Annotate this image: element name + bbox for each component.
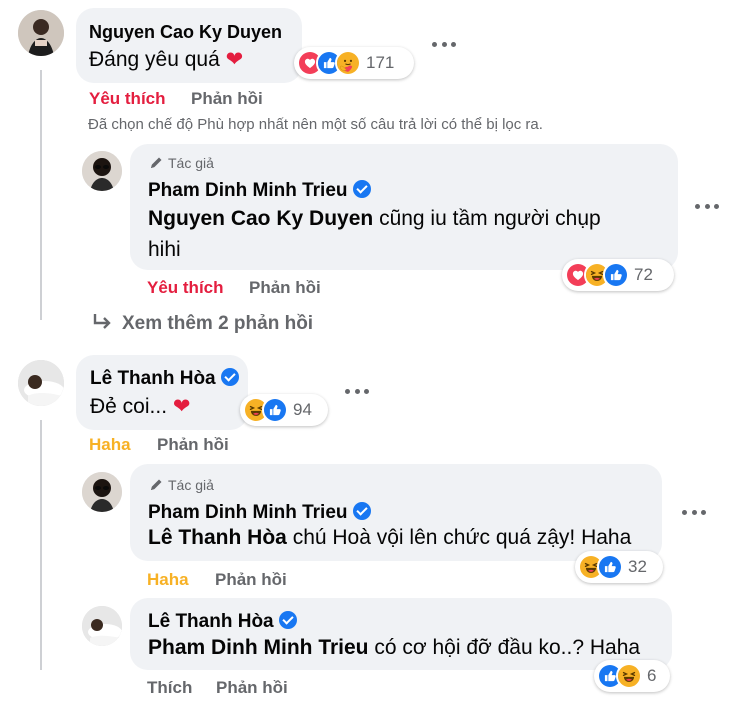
reply-button[interactable]: Phản hồi (191, 89, 263, 109)
comment-author[interactable]: Lê Thanh Hòa (90, 368, 239, 390)
comment-text: Nguyen Cao Ky Duyen cũng iu tầm người ch… (148, 207, 601, 261)
reaction-summary[interactable]: 6 (594, 660, 670, 692)
haha-icon (616, 663, 642, 689)
reaction-summary[interactable]: 32 (575, 551, 663, 583)
reaction-summary[interactable]: 94 (240, 394, 328, 426)
like-button[interactable]: Yêu thích (89, 89, 166, 109)
reply-button[interactable]: Phản hồi (216, 678, 288, 698)
avatar[interactable] (18, 360, 64, 406)
mention-link[interactable]: Lê Thanh Hòa (148, 526, 287, 549)
heart-emoji-icon: ❤ (172, 395, 191, 418)
avatar[interactable] (18, 10, 64, 56)
like-button[interactable]: Yêu thích (147, 278, 224, 298)
reply-button[interactable]: Phản hồi (249, 278, 321, 298)
more-options-icon[interactable] (682, 510, 706, 518)
pen-icon (148, 155, 164, 171)
heart-emoji-icon: ❤ (225, 48, 244, 71)
verified-badge-icon (352, 180, 371, 198)
verified-badge-icon (352, 502, 371, 520)
reaction-count: 72 (634, 265, 653, 284)
reaction-summary[interactable]: 171 (294, 47, 414, 79)
care-icon (335, 50, 361, 76)
thread-line (40, 420, 42, 670)
like-icon (262, 397, 288, 423)
haha-button[interactable]: Haha (89, 435, 131, 455)
reaction-count: 94 (293, 400, 312, 419)
mention-link[interactable]: Nguyen Cao Ky Duyen (148, 207, 373, 230)
verified-badge-icon (278, 611, 297, 629)
pen-icon (148, 477, 164, 493)
comment-author[interactable]: Pham Dinh Minh Trieu (148, 180, 371, 202)
like-icon (597, 554, 623, 580)
author-badge: Tác giả (148, 477, 214, 493)
avatar[interactable] (82, 151, 122, 191)
reply-button[interactable]: Phản hồi (215, 570, 287, 590)
author-badge: Tác giả (148, 155, 214, 171)
mention-link[interactable]: Pham Dinh Minh Trieu (148, 636, 369, 659)
more-options-icon[interactable] (345, 389, 369, 397)
reaction-count: 6 (647, 666, 657, 685)
reaction-count: 32 (628, 557, 647, 576)
avatar[interactable] (82, 606, 122, 646)
comment-text: Lê Thanh Hòa chú Hoà vội lên chức quá zậ… (148, 526, 632, 549)
haha-button[interactable]: Haha (147, 570, 189, 590)
comment-text: Pham Dinh Minh Trieu có cơ hội đỡ đầu ko… (148, 636, 641, 659)
reply-arrow-icon (93, 314, 111, 329)
see-more-replies-link[interactable]: Xem thêm 2 phản hồi (92, 313, 313, 335)
thread-line (40, 70, 42, 320)
reaction-count: 171 (366, 53, 395, 72)
avatar[interactable] (82, 472, 122, 512)
comment-text: Đẻ coi... ❤ (90, 395, 191, 418)
like-button[interactable]: Thích (147, 678, 192, 698)
verified-badge-icon (220, 368, 239, 386)
reaction-summary[interactable]: 72 (562, 259, 674, 291)
like-icon (603, 262, 629, 288)
comment-author[interactable]: Lê Thanh Hòa (148, 611, 297, 633)
filter-notice: Đã chọn chế độ Phù hợp nhất nên một số c… (88, 116, 543, 133)
more-options-icon[interactable] (695, 204, 719, 212)
comment-author[interactable]: Nguyen Cao Ky Duyen (89, 22, 282, 43)
comment-text: Đáng yêu quá ❤ (89, 48, 244, 71)
comment-author[interactable]: Pham Dinh Minh Trieu (148, 502, 371, 524)
reply-button[interactable]: Phản hồi (157, 435, 229, 455)
more-options-icon[interactable] (432, 42, 456, 50)
